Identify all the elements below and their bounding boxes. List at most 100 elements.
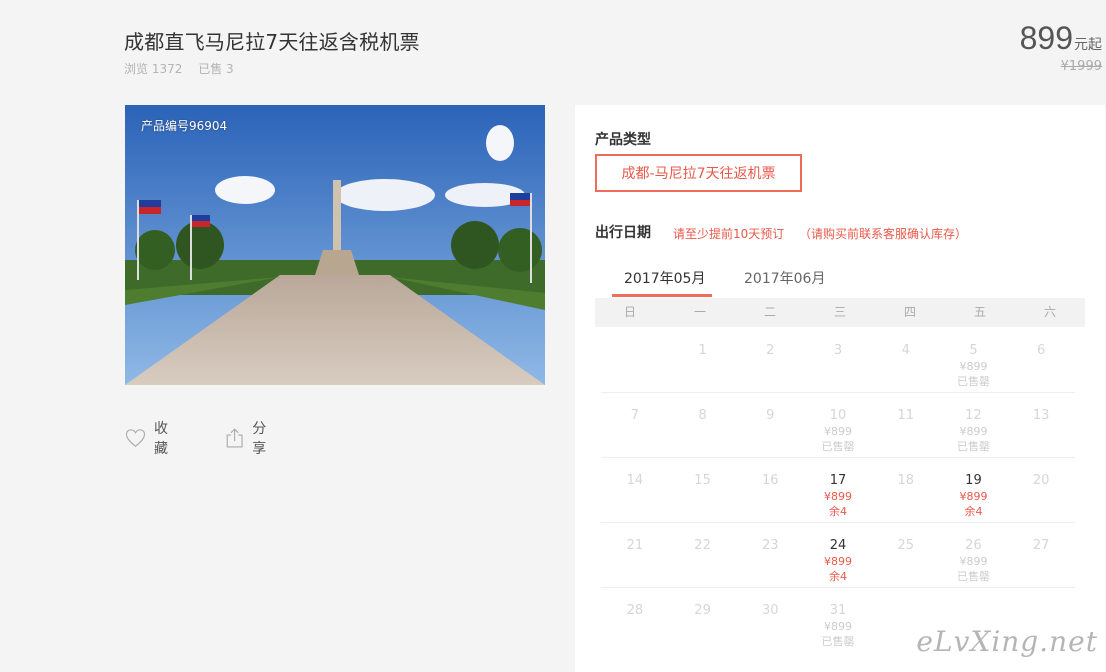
calendar-day[interactable]: 19 ¥899 余4 (940, 458, 1008, 522)
calendar-day: 18 (872, 458, 940, 522)
day-number: 6 (1037, 343, 1046, 358)
original-price: ¥1999 (1060, 59, 1102, 74)
calendar-day: 3 (804, 328, 872, 392)
calendar-day: 1 (669, 328, 737, 392)
day-number: 19 (965, 473, 982, 488)
day-number: 20 (1032, 473, 1050, 488)
day-price: ¥899 (824, 620, 853, 633)
day-status: 已售罄 (821, 635, 855, 648)
weekday-sun: 日 (623, 305, 636, 319)
calendar-grid: 1 2 3 4 5 ¥899 已售罄 6 7 8 9 10 ¥899 已售罄 11 12 ¥899 已售罄 13 14… (601, 328, 1075, 652)
day-status: 已售罄 (956, 375, 990, 388)
calendar-day: 27 (1007, 523, 1075, 587)
calendar-day: 8 (669, 393, 737, 457)
favorite-label: 收藏 (154, 421, 168, 457)
watermark: eLvXing.net (916, 625, 1098, 658)
day-number: 10 (829, 408, 847, 423)
day-number: 13 (1032, 408, 1050, 423)
calendar-day: 16 (736, 458, 804, 522)
calendar-day[interactable]: 17 ¥899 余4 (804, 458, 872, 522)
product-title: 成都直飞马尼拉7天往返含税机票 (124, 30, 420, 54)
product-type-option[interactable]: 成都-马尼拉7天往返机票 (595, 154, 802, 192)
weekday-wed: 三 (833, 305, 846, 319)
weekday-fri: 五 (973, 305, 986, 319)
day-number: 7 (630, 408, 639, 423)
day-number: 28 (626, 603, 644, 618)
calendar-day: 2 (736, 328, 804, 392)
day-number: 8 (698, 408, 707, 423)
day-number: 29 (694, 603, 711, 618)
calendar-day: 25 (872, 523, 940, 587)
day-status: 余4 (829, 505, 848, 518)
product-type-label: 产品类型 (595, 132, 651, 148)
share-button[interactable]: 分享 (225, 418, 273, 458)
weekday-header: 日 一 二 三 四 五 六 (595, 298, 1085, 327)
favorite-button[interactable]: 收藏 (125, 418, 175, 458)
price-value: 899 (1019, 20, 1073, 56)
day-number: 16 (762, 473, 779, 488)
day-status: 已售罄 (821, 440, 855, 453)
calendar-day: 22 (669, 523, 737, 587)
calendar-day[interactable]: 24 ¥899 余4 (804, 523, 872, 587)
share-label: 分享 (252, 421, 267, 457)
day-status: 已售罄 (956, 440, 990, 453)
day-price: ¥899 (959, 555, 988, 568)
weekday-mon: 一 (693, 305, 706, 319)
day-number: 14 (626, 473, 644, 488)
day-number: 26 (965, 538, 982, 553)
calendar-day: 15 (669, 458, 737, 522)
day-number: 31 (829, 603, 847, 618)
weekday-sat: 六 (1043, 305, 1056, 319)
calendar-day: 7 (601, 393, 669, 457)
day-number: 17 (829, 473, 847, 488)
day-number: 25 (897, 538, 914, 553)
share-icon (226, 428, 243, 448)
day-number: 27 (1032, 538, 1050, 553)
day-number: 24 (829, 538, 847, 553)
calendar-week: 14 15 16 17 ¥899 余4 18 19 ¥899 余4 20 (601, 458, 1075, 523)
day-number: 30 (762, 603, 779, 618)
day-number: 15 (694, 473, 711, 488)
day-number: 9 (766, 408, 775, 423)
calendar-day: 11 (872, 393, 940, 457)
weekday-thu: 四 (903, 305, 916, 319)
day-number: 1 (698, 343, 707, 358)
day-number: 2 (766, 343, 775, 358)
day-number: 18 (897, 473, 914, 488)
calendar-week: 1 2 3 4 5 ¥899 已售罄 6 (601, 328, 1075, 393)
day-number: 22 (694, 538, 711, 553)
calendar-day: 13 (1007, 393, 1075, 457)
calendar-day: 5 ¥899 已售罄 (940, 328, 1008, 392)
calendar-day: 26 ¥899 已售罄 (940, 523, 1008, 587)
booking-panel: 产品类型 成都-马尼拉7天往返机票 出行日期 请至少提前10天预订 （请购买前联… (575, 105, 1105, 672)
calendar-day: 28 (601, 588, 669, 652)
calendar-week: 7 8 9 10 ¥899 已售罄 11 12 ¥899 已售罄 13 (601, 393, 1075, 458)
travel-date-label: 出行日期 (595, 225, 651, 241)
weekday-tue: 二 (763, 305, 776, 319)
calendar-day: 21 (601, 523, 669, 587)
day-price: ¥899 (824, 555, 853, 568)
product-code: 产品编号96904 (141, 119, 228, 133)
price-box: 899元起 ¥1999 (1020, 20, 1102, 74)
advance-booking-note: 请至少提前10天预订 (673, 227, 785, 241)
calendar-day: 10 ¥899 已售罄 (804, 393, 872, 457)
price-suffix: 元起 (1074, 37, 1102, 53)
views-count: 浏览 1372 (124, 62, 183, 76)
calendar-day: 4 (872, 328, 940, 392)
tab-2017-05[interactable]: 2017年05月 (624, 268, 705, 288)
tab-2017-06[interactable]: 2017年06月 (744, 268, 825, 288)
calendar-day: 30 (736, 588, 804, 652)
product-photo: 产品编号96904 (125, 105, 545, 385)
sold-count: 已售 3 (198, 62, 234, 76)
day-status: 余4 (964, 505, 983, 518)
calendar-day: 31 ¥899 已售罄 (804, 588, 872, 652)
calendar-day: 23 (736, 523, 804, 587)
stock-confirm-note: （请购买前联系客服确认库存） (799, 227, 968, 241)
day-number: 11 (897, 408, 914, 423)
day-number: 12 (965, 408, 982, 423)
day-price: ¥899 (824, 490, 853, 503)
day-number: 23 (762, 538, 779, 553)
active-tab-indicator (612, 294, 712, 297)
product-stats: 浏览 1372 已售 3 (124, 60, 246, 77)
calendar-day: 29 (669, 588, 737, 652)
